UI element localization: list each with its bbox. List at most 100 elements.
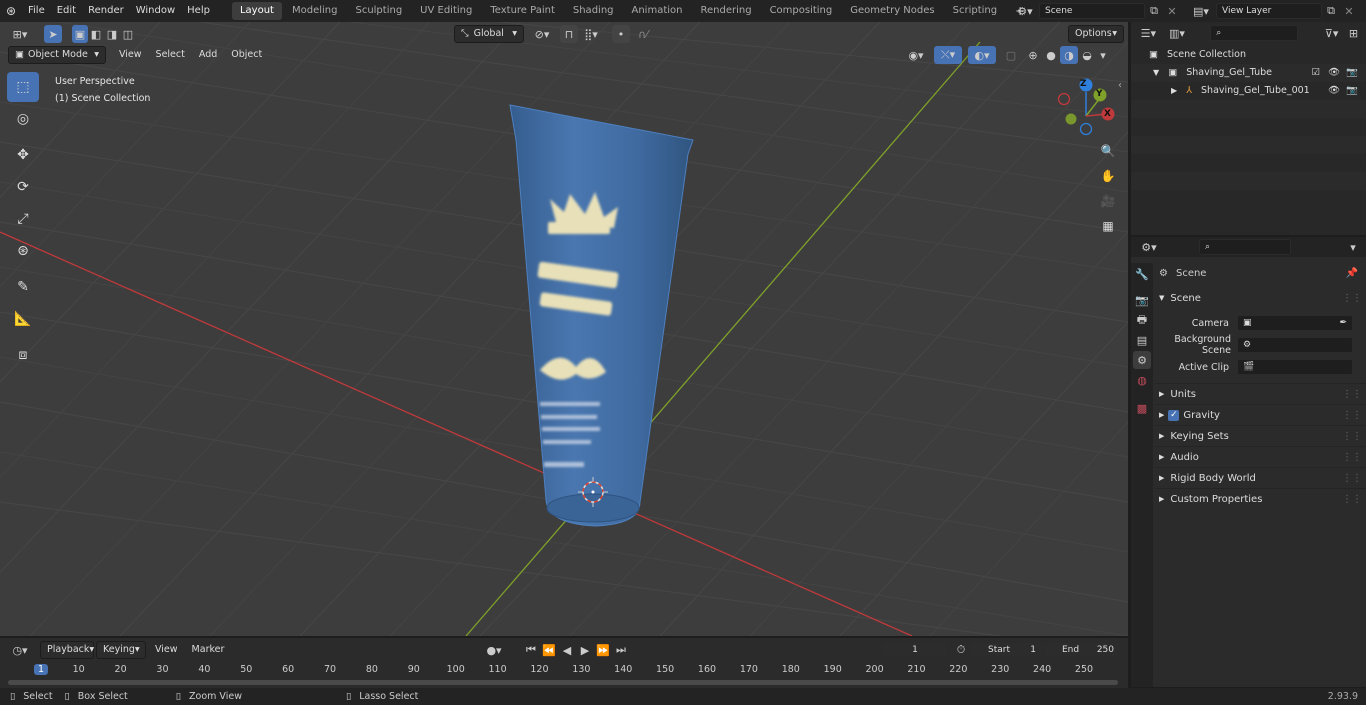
visibility-eye-icon[interactable]: 👁 bbox=[1328, 82, 1340, 100]
snap-target-icon[interactable]: ⣿▾ bbox=[578, 25, 604, 43]
outliner-row-shaving-gel-tube[interactable]: ▼ ▣ Shaving_Gel_Tube ☑ 👁 📷 bbox=[1131, 64, 1366, 82]
transform-orientation-dropdown[interactable]: ⤡ Global ▾ bbox=[454, 25, 524, 43]
properties-editor-type-icon[interactable]: ⚙▾ bbox=[1135, 238, 1163, 256]
visibility-eye-icon[interactable]: 👁 bbox=[1328, 64, 1340, 82]
scale-tool-icon[interactable]: ⤢ bbox=[7, 204, 39, 234]
prev-keyframe-icon[interactable]: ⏪ bbox=[540, 641, 558, 659]
eyedropper-icon[interactable]: ✒ bbox=[1339, 316, 1347, 330]
jump-start-icon[interactable]: ⏮ bbox=[522, 641, 540, 659]
snap-icon[interactable]: ⊓ bbox=[560, 25, 578, 43]
rotate-tool-icon[interactable]: ⟳ bbox=[7, 172, 39, 202]
select-box-tool-icon[interactable]: ⬚ bbox=[7, 72, 39, 102]
menu-help[interactable]: Help bbox=[181, 0, 216, 22]
drag-handle-icon[interactable]: ⋮⋮ bbox=[1342, 447, 1362, 468]
gizmo-toggle-icon[interactable]: ⤬▾ bbox=[934, 46, 962, 64]
proportional-editing-icon[interactable]: • bbox=[612, 25, 630, 43]
gravity-panel[interactable]: ▶ ✓ Gravity ⋮⋮ bbox=[1155, 404, 1366, 425]
blender-logo-icon[interactable]: ⊛ bbox=[0, 0, 22, 22]
pan-hand-icon[interactable]: ✋ bbox=[1097, 165, 1119, 187]
3d-viewport[interactable]: Z Y X ⊞▾ ➤ ▣ ◧ ◨ ◫ ⤡ Global ▾ ⊘▾ ⊓ ⣿▾ • … bbox=[0, 22, 1128, 636]
select-mode-intersect-icon[interactable]: ◫ bbox=[120, 25, 136, 43]
drag-handle-icon[interactable]: ⋮⋮ bbox=[1342, 405, 1362, 426]
drag-handle-icon[interactable]: ⋮⋮ bbox=[1342, 489, 1362, 510]
xray-toggle-icon[interactable]: ▢ bbox=[1002, 46, 1020, 64]
drag-handle-icon[interactable]: ⋮⋮ bbox=[1342, 384, 1362, 405]
timeline-view-menu[interactable]: View bbox=[148, 641, 185, 659]
stopwatch-icon[interactable]: ⏱ bbox=[952, 641, 970, 659]
tab-texture-paint[interactable]: Texture Paint bbox=[482, 2, 563, 20]
world-tab-icon[interactable]: ◍ bbox=[1133, 371, 1151, 389]
delete-view-layer-icon[interactable]: ✕ bbox=[1340, 2, 1358, 20]
active-clip-field[interactable]: 🎬 bbox=[1237, 359, 1353, 375]
measure-tool-icon[interactable]: 📐 bbox=[7, 304, 39, 334]
menu-add[interactable]: Add bbox=[192, 46, 224, 64]
audio-panel[interactable]: ▶ Audio ⋮⋮ bbox=[1155, 446, 1366, 467]
play-reverse-icon[interactable]: ◀ bbox=[558, 641, 576, 659]
outliner-row-scene-collection[interactable]: ▣ Scene Collection bbox=[1131, 46, 1366, 64]
new-collection-icon[interactable]: ⊞ bbox=[1345, 24, 1362, 42]
texture-tab-icon[interactable]: ▩ bbox=[1133, 399, 1151, 417]
menu-file[interactable]: File bbox=[22, 0, 51, 22]
background-scene-field[interactable]: ⚙ bbox=[1237, 337, 1353, 353]
options-dropdown[interactable]: Options ▾ bbox=[1068, 25, 1124, 43]
scene-name-field[interactable]: Scene bbox=[1039, 3, 1145, 19]
tab-uv-editing[interactable]: UV Editing bbox=[412, 2, 480, 20]
drag-handle-icon[interactable]: ⋮⋮ bbox=[1342, 468, 1362, 489]
scene-section-header[interactable]: ▼ Scene ⋮⋮ bbox=[1155, 288, 1366, 309]
filter-icon[interactable]: ⊽▾ bbox=[1318, 24, 1345, 42]
transform-tool-icon[interactable]: ⊛ bbox=[7, 236, 39, 266]
falloff-icon[interactable]: ∩⁄ bbox=[630, 25, 656, 43]
jump-end-icon[interactable]: ⏭ bbox=[612, 641, 630, 659]
scene-selector-icon[interactable]: ⚙▾ bbox=[1013, 2, 1037, 20]
tab-rendering[interactable]: Rendering bbox=[692, 2, 759, 20]
tab-shading[interactable]: Shading bbox=[565, 2, 622, 20]
timeline-scrollbar[interactable] bbox=[8, 680, 1118, 685]
outliner-search-input[interactable]: ⌕ bbox=[1210, 25, 1299, 41]
menu-view[interactable]: View bbox=[112, 46, 149, 64]
expand-arrow-icon[interactable]: ▼ bbox=[1153, 68, 1159, 77]
render-tab-icon[interactable]: 📷 bbox=[1133, 291, 1151, 309]
menu-render[interactable]: Render bbox=[82, 0, 130, 22]
annotate-tool-icon[interactable]: ✎ bbox=[7, 272, 39, 302]
shading-options-icon[interactable]: ▾ bbox=[1096, 46, 1110, 64]
view-layer-selector-icon[interactable]: ▤▾ bbox=[1188, 2, 1214, 20]
timeline-marker-menu[interactable]: Marker bbox=[185, 641, 232, 659]
menu-select[interactable]: Select bbox=[149, 46, 192, 64]
playback-menu[interactable]: Playback ▾ bbox=[40, 641, 94, 659]
editor-type-icon[interactable]: ⊞▾ bbox=[6, 25, 34, 43]
tab-sculpting[interactable]: Sculpting bbox=[347, 2, 410, 20]
menu-window[interactable]: Window bbox=[130, 0, 181, 22]
rigid-body-world-panel[interactable]: ▶ Rigid Body World ⋮⋮ bbox=[1155, 467, 1366, 488]
custom-properties-panel[interactable]: ▶ Custom Properties ⋮⋮ bbox=[1155, 488, 1366, 509]
start-frame-field[interactable]: Start 1 bbox=[970, 642, 1042, 657]
current-frame-field[interactable]: 1 bbox=[882, 642, 948, 657]
outliner-editor-type-icon[interactable]: ☰▾ bbox=[1135, 24, 1162, 42]
new-view-layer-icon[interactable]: ⧉ bbox=[1322, 2, 1340, 20]
pivot-point-icon[interactable]: ⊘▾ bbox=[528, 25, 556, 43]
add-cube-tool-icon[interactable]: ⧈ bbox=[7, 340, 39, 370]
tab-compositing[interactable]: Compositing bbox=[762, 2, 841, 20]
properties-search-input[interactable]: ⌕ bbox=[1199, 239, 1291, 255]
render-camera-icon[interactable]: 📷 bbox=[1346, 64, 1358, 82]
zoom-icon[interactable]: 🔍 bbox=[1097, 140, 1119, 162]
overlays-toggle-icon[interactable]: ◐▾ bbox=[968, 46, 996, 64]
drag-handle-icon[interactable]: ⋮⋮ bbox=[1342, 426, 1362, 447]
frame-ruler[interactable]: 1 10 20 30 40 50 60 70 80 90 100 110 120 130 140 150 160… bbox=[0, 662, 1128, 680]
tool-tab-icon[interactable]: 🔧 bbox=[1133, 265, 1151, 283]
record-keyframe-icon[interactable]: ●▾ bbox=[480, 641, 508, 659]
keying-sets-panel[interactable]: ▶ Keying Sets ⋮⋮ bbox=[1155, 425, 1366, 446]
tab-layout[interactable]: Layout bbox=[231, 2, 282, 20]
drag-handle-icon[interactable]: ⋮⋮ bbox=[1342, 288, 1362, 309]
move-tool-icon[interactable]: ✥ bbox=[7, 140, 39, 170]
ortho-toggle-grid-icon[interactable]: ▦ bbox=[1097, 215, 1119, 237]
tab-scripting[interactable]: Scripting bbox=[945, 2, 1005, 20]
play-icon[interactable]: ▶ bbox=[576, 641, 594, 659]
properties-options-icon[interactable]: ▾ bbox=[1344, 238, 1362, 256]
sidebar-toggle-icon[interactable]: ‹ bbox=[1118, 80, 1122, 91]
pin-icon[interactable]: 📌 bbox=[1346, 268, 1358, 279]
new-scene-icon[interactable]: ⧉ bbox=[1145, 2, 1163, 20]
select-tool-active-icon[interactable]: ➤ bbox=[44, 25, 62, 43]
outliner-row-shaving-gel-tube-001[interactable]: ▶ ⅄ Shaving_Gel_Tube_001 👁 📷 bbox=[1131, 82, 1366, 100]
display-mode-icon[interactable]: ▥▾ bbox=[1164, 24, 1191, 42]
select-mode-subtract-icon[interactable]: ◨ bbox=[104, 25, 120, 43]
